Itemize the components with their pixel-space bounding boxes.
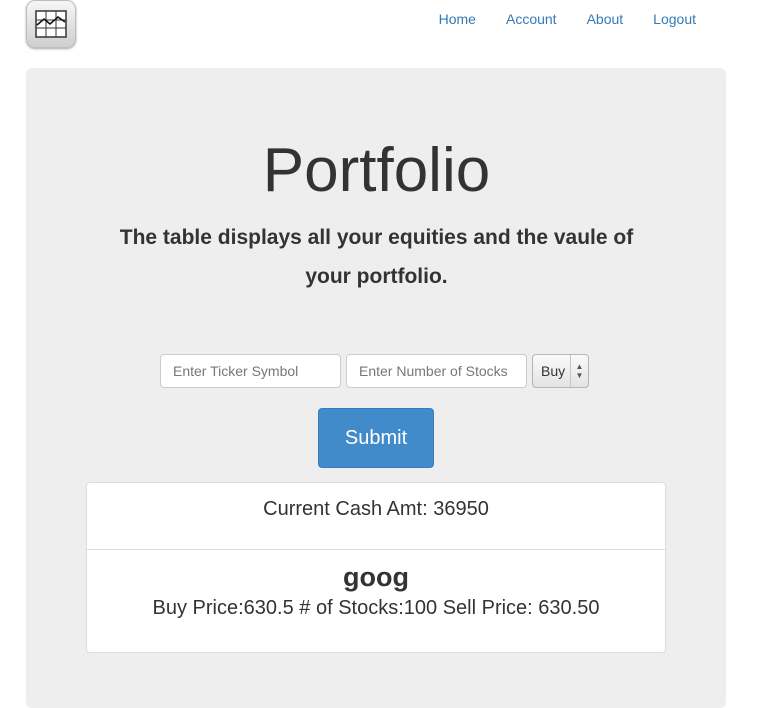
submit-button[interactable]: Submit bbox=[318, 408, 434, 468]
select-arrows-icon: ▲ ▼ bbox=[570, 355, 588, 387]
portfolio-panel: Current Cash Amt: 36950 goog Buy Price:6… bbox=[86, 482, 666, 653]
ticker-symbol-input[interactable] bbox=[160, 354, 341, 388]
list-item: goog Buy Price:630.5 # of Stocks:100 Sel… bbox=[87, 550, 665, 622]
action-select-value: Buy bbox=[541, 363, 566, 379]
trade-form: Buy ▲▼ bbox=[160, 354, 589, 388]
nav-logout-link[interactable]: Logout bbox=[638, 11, 711, 27]
action-select[interactable]: Buy ▲ ▼ bbox=[532, 354, 589, 388]
page-title: Portfolio bbox=[262, 136, 491, 205]
logo[interactable] bbox=[26, 0, 76, 48]
cash-amount: Current Cash Amt: 36950 bbox=[87, 483, 665, 550]
page-subtitle: The table displays all your equities and… bbox=[119, 226, 634, 288]
nav-home-link[interactable]: Home bbox=[424, 11, 491, 27]
stock-name: goog bbox=[343, 562, 409, 592]
nav-account-link[interactable]: Account bbox=[491, 11, 572, 27]
nav-links: Home Account About Logout bbox=[424, 11, 711, 27]
stock-count-input[interactable] bbox=[346, 354, 527, 388]
line-chart-icon bbox=[35, 10, 67, 38]
nav-about-link[interactable]: About bbox=[572, 11, 639, 27]
stock-details: Buy Price:630.5 # of Stocks:100 Sell Pri… bbox=[152, 597, 600, 619]
navbar: Home Account About Logout bbox=[0, 0, 781, 60]
